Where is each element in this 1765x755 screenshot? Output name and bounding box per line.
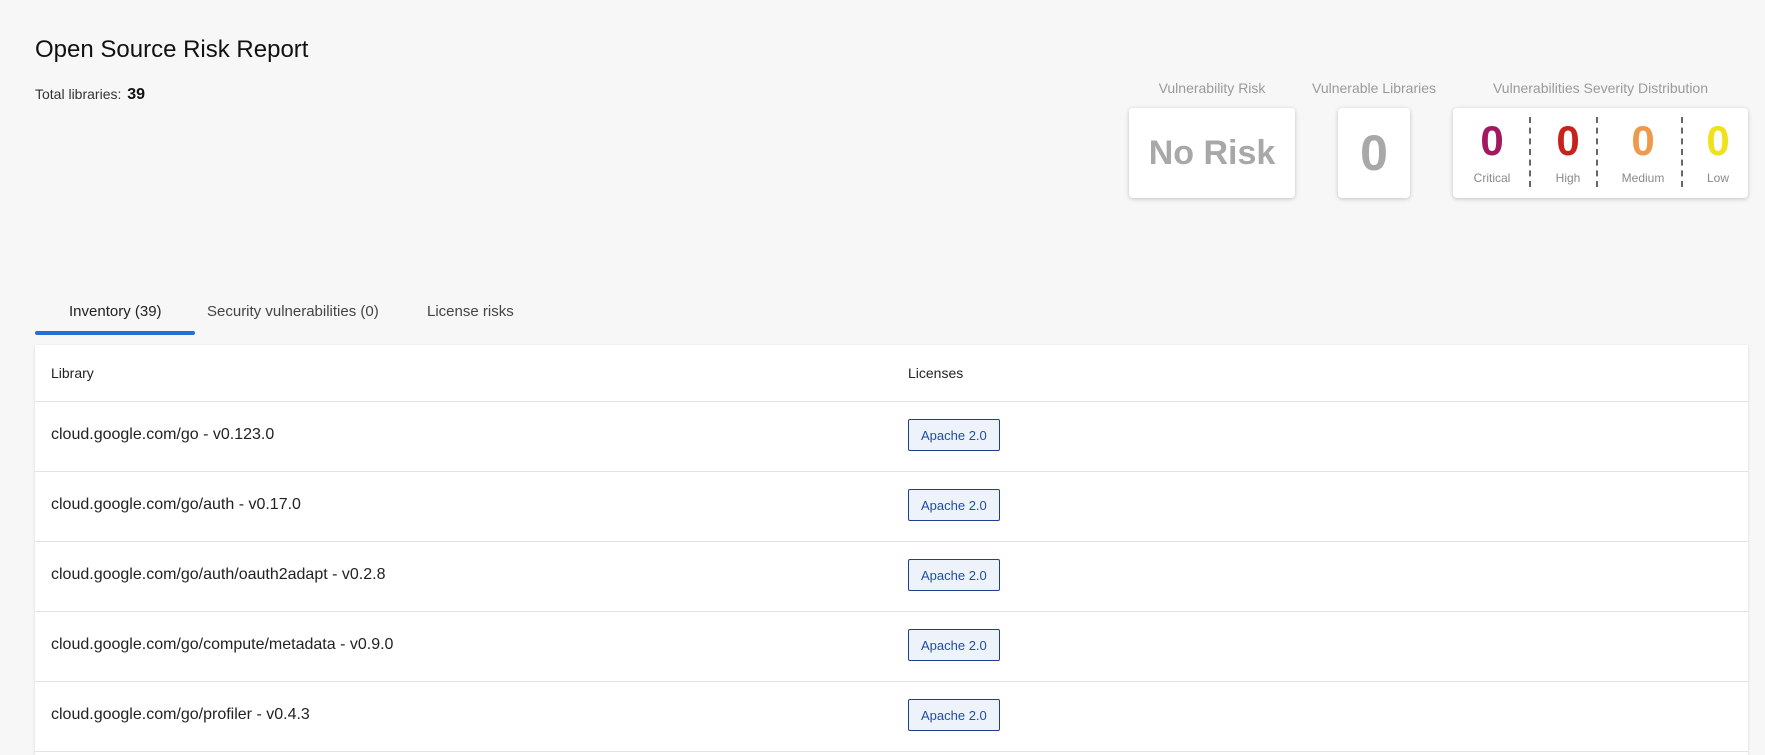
total-libraries-label: Total libraries: <box>35 86 122 102</box>
table-row: cloud.google.com/go/auth - v0.17.0 Apach… <box>35 472 1748 542</box>
library-name: cloud.google.com/go/compute/metadata - v… <box>51 636 394 653</box>
table-row: cloud.google.com/go/profiler - v0.4.3 Ap… <box>35 682 1748 752</box>
library-name: cloud.google.com/go/profiler - v0.4.3 <box>51 706 310 723</box>
tab-security-vulnerabilities[interactable]: Security vulnerabilities (0) <box>207 303 379 320</box>
vulnerable-libraries-card: 0 <box>1338 108 1410 198</box>
severity-divider <box>1681 117 1683 187</box>
page-title: Open Source Risk Report <box>35 36 309 63</box>
vulnerability-risk-value: No Risk <box>1148 133 1276 172</box>
total-libraries-count: 39 <box>127 86 146 103</box>
report-page: Open Source Risk Report Total libraries:… <box>0 0 1765 755</box>
severity-medium-count: 0 <box>1631 117 1655 164</box>
vulnerability-risk-card: No Risk <box>1129 108 1295 198</box>
vulnerable-libraries-label: Vulnerable Libraries <box>1312 80 1436 96</box>
library-name: cloud.google.com/go - v0.123.0 <box>51 426 275 443</box>
severity-divider <box>1596 117 1598 187</box>
severity-high: 0 High <box>1541 108 1595 198</box>
severity-low-label: Low <box>1706 171 1729 185</box>
severity-divider <box>1529 117 1531 187</box>
license-badge[interactable]: Apache 2.0 <box>908 489 1000 521</box>
severity-low-count: 0 <box>1706 117 1730 164</box>
severity-medium: 0 Medium <box>1608 108 1678 198</box>
license-badge[interactable]: Apache 2.0 <box>908 699 1000 731</box>
inventory-table: Library Licenses cloud.google.com/go - v… <box>35 345 1748 755</box>
severity-distribution-label: Vulnerabilities Severity Distribution <box>1492 80 1709 96</box>
library-name: cloud.google.com/go/auth/oauth2adapt - v… <box>51 566 386 583</box>
total-libraries: Total libraries: 39 <box>35 86 145 104</box>
severity-medium-label: Medium <box>1621 171 1665 185</box>
table-row: cloud.google.com/go - v0.123.0 Apache 2.… <box>35 402 1748 472</box>
active-tab-indicator <box>35 331 195 335</box>
severity-low: 0 Low <box>1693 108 1743 198</box>
tab-inventory[interactable]: Inventory (39) <box>69 303 162 320</box>
severity-distribution-card: 0 Critical 0 High 0 Medium 0 Low <box>1453 108 1748 198</box>
vulnerable-libraries-value: 0 <box>1360 125 1388 181</box>
column-header-licenses: Licenses <box>908 365 964 381</box>
table-row: cloud.google.com/go/compute/metadata - v… <box>35 612 1748 682</box>
license-badge[interactable]: Apache 2.0 <box>908 559 1000 591</box>
table-row: cloud.google.com/go/auth/oauth2adapt - v… <box>35 542 1748 612</box>
license-badge[interactable]: Apache 2.0 <box>908 629 1000 661</box>
severity-high-label: High <box>1555 171 1581 185</box>
severity-critical-label: Critical <box>1473 171 1511 185</box>
column-header-library: Library <box>51 365 94 381</box>
library-name: cloud.google.com/go/auth - v0.17.0 <box>51 496 301 513</box>
severity-critical: 0 Critical <box>1465 108 1519 198</box>
table-header: Library Licenses <box>35 345 1748 402</box>
license-badge[interactable]: Apache 2.0 <box>908 419 1000 451</box>
tab-license-risks[interactable]: License risks <box>427 303 514 320</box>
vulnerability-risk-label: Vulnerability Risk <box>1158 80 1266 96</box>
severity-high-count: 0 <box>1556 117 1580 164</box>
severity-critical-count: 0 <box>1480 117 1504 164</box>
